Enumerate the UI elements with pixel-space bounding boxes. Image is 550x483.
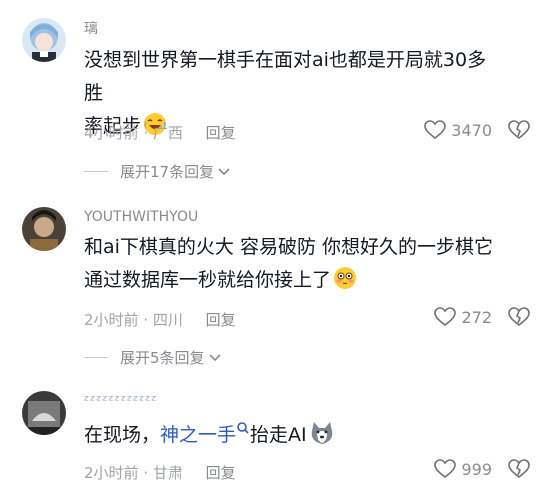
separator: · [143,311,153,329]
separator: · [143,464,153,482]
separator: · [143,124,153,142]
avatar-image [22,207,66,251]
heart-icon [434,307,457,327]
username[interactable]: YOUTHWITHYOU [84,209,198,225]
reply-button[interactable]: 回复 [206,124,236,142]
location: 四川 [152,311,183,329]
username[interactable]: ᶻᶻᶻᶻᶻᶻᶻᶻᶻᶻᶻᶻ [84,393,158,409]
expand-label: 展开5条回复 [120,349,205,367]
comment-meta: 2小时前 · 四川 回复 [84,309,236,330]
avatar[interactable] [22,18,66,62]
comment-text-line: 通过数据库一秒就给你接上了 [84,264,494,301]
broken-heart-icon [508,307,530,327]
comment-meta: 4小时前 · 广西 回复 [84,122,236,143]
timestamp: 2小时前 [84,311,139,329]
avatar-image [22,18,66,62]
search-link[interactable]: 神之一手 [160,424,236,446]
dislike-button[interactable] [508,459,530,483]
husky-emoji [309,421,335,456]
like-button[interactable]: 999 [434,459,492,479]
timestamp: 4小时前 [84,124,139,142]
comment-2: YOUTHWITHYOU 和ai下棋真的火大 容易破防 你想好久的一步棋它 通过… [0,190,550,375]
comment-text-line: 没想到世界第一棋手在面对ai也都是开局就30多胜 [84,49,487,104]
like-button[interactable]: 272 [434,307,492,327]
like-count: 272 [461,307,492,327]
like-button[interactable]: 3470 [424,120,492,140]
reply-button[interactable]: 回复 [206,464,236,482]
timestamp: 2小时前 [84,464,139,482]
expand-replies-button[interactable]: 展开17条回复 [84,161,230,182]
comment-text-tail: 通过数据库一秒就给你接上了 [84,269,332,291]
comment-text: 在现场，神之一手 抬走AI [84,419,494,456]
location: 广西 [152,124,183,142]
comment-3: ᶻᶻᶻᶻᶻᶻᶻᶻᶻᶻᶻᶻ 在现场，神之一手 抬走AI 2小时前 · 甘肃 回复 … [0,375,550,483]
comment-text: 和ai下棋真的火大 容易破防 你想好久的一步棋它 通过数据库一秒就给你接上了 [84,231,494,301]
username[interactable]: 璃 [84,18,98,38]
like-count: 3470 [451,120,492,140]
expand-label: 展开17条回复 [120,163,215,181]
avatar-image [22,391,66,435]
heart-icon [424,120,447,140]
search-icon[interactable] [236,421,250,437]
expand-replies-button[interactable]: 展开5条回复 [84,347,221,368]
divider [84,171,108,172]
avatar[interactable] [22,391,66,435]
location: 甘肃 [152,464,183,482]
like-count: 999 [461,459,492,479]
divider [84,357,108,358]
comment-text-line: 和ai下棋真的火大 容易破防 你想好久的一步棋它 [84,236,494,258]
heart-icon [434,459,457,479]
reply-button[interactable]: 回复 [206,311,236,329]
chevron-down-icon [218,167,230,175]
flushed-emoji [333,266,357,301]
broken-heart-icon [508,459,530,479]
broken-heart-icon [508,120,530,140]
chevron-down-icon [208,353,221,361]
dislike-button[interactable] [508,120,530,144]
comment-text-suffix: 抬走AI [250,424,307,446]
comment-text-prefix: 在现场， [84,424,161,446]
comment-1: 璃 没想到世界第一棋手在面对ai也都是开局就30多胜 率起步 4小时前 · 广西… [0,0,550,190]
dislike-button[interactable] [508,307,530,331]
avatar[interactable] [22,207,66,251]
